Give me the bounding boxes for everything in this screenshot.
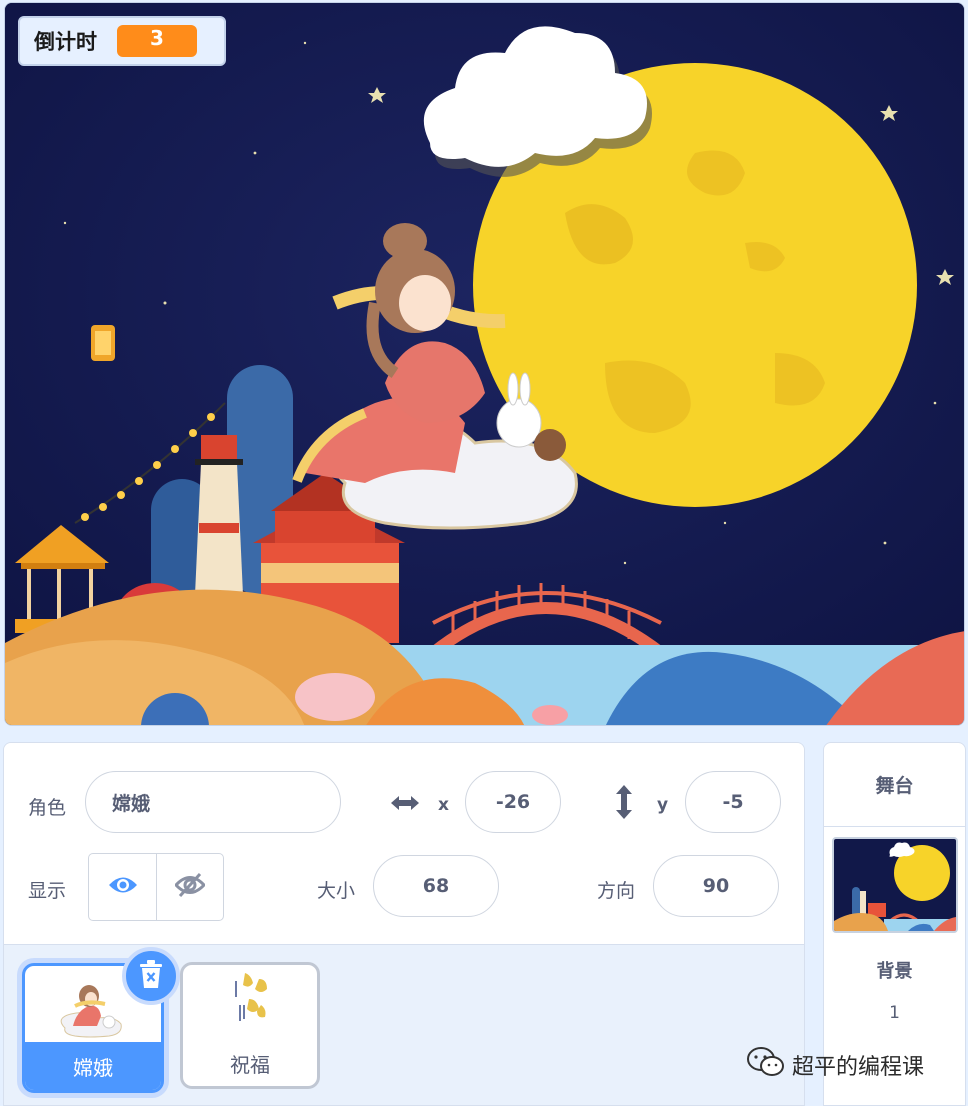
- show-button[interactable]: [89, 854, 156, 920]
- sprite-tile-label: 嫦娥: [25, 1042, 161, 1090]
- sprite-info: 角色 嫦娥 x -26 y -5 显示 大小 68 方向 90: [4, 743, 804, 945]
- lighthouse: [195, 435, 243, 595]
- backdrops-count: 1: [889, 1003, 900, 1023]
- x-input[interactable]: -26: [465, 771, 561, 833]
- watermark: 超平的编程课: [746, 1046, 924, 1084]
- countdown-monitor: 倒计时 3: [18, 16, 226, 66]
- y-label: y: [657, 795, 669, 815]
- sprite-tile-label: 祝福: [230, 1053, 270, 1077]
- delete-sprite-button[interactable]: [122, 947, 180, 1005]
- stage-scene: [5, 3, 964, 725]
- eye-slash-icon: [173, 872, 207, 902]
- y-input[interactable]: -5: [685, 771, 781, 833]
- x-label: x: [438, 795, 449, 815]
- watermark-text: 超平的编程课: [792, 1055, 925, 1080]
- wechat-icon: [746, 1046, 786, 1084]
- eye-icon: [108, 874, 138, 900]
- size-input[interactable]: 68: [373, 855, 499, 917]
- hide-button[interactable]: [156, 854, 223, 920]
- stage-thumbnail[interactable]: [832, 837, 958, 933]
- stage-canvas[interactable]: 倒计时 3: [4, 2, 965, 726]
- lantern: [91, 325, 115, 361]
- sprite-tile-bless[interactable]: 祝福: [180, 962, 320, 1089]
- stage-thumbnail-image: [834, 839, 956, 931]
- stage-selector-title: 舞台: [824, 743, 965, 827]
- visibility-toggle: [88, 853, 224, 921]
- bless-thumbnail: [235, 973, 267, 1021]
- direction-label: 方向: [597, 880, 636, 902]
- x-arrow-icon: [388, 789, 422, 821]
- sprite-name-input[interactable]: 嫦娥: [85, 771, 341, 833]
- monitor-label: 倒计时: [34, 30, 97, 54]
- direction-input[interactable]: 90: [653, 855, 779, 917]
- y-arrow-icon: [612, 783, 636, 825]
- sprite-panel: 角色 嫦娥 x -26 y -5 显示 大小 68 方向 90 嫦娥 祝福: [3, 742, 805, 1106]
- backdrops-label: 背景: [876, 961, 913, 982]
- show-label: 显示: [28, 880, 67, 902]
- monitor-value: 3: [117, 25, 197, 57]
- trash-icon: [138, 959, 164, 993]
- sprite-label: 角色: [28, 797, 67, 819]
- size-label: 大小: [317, 880, 356, 902]
